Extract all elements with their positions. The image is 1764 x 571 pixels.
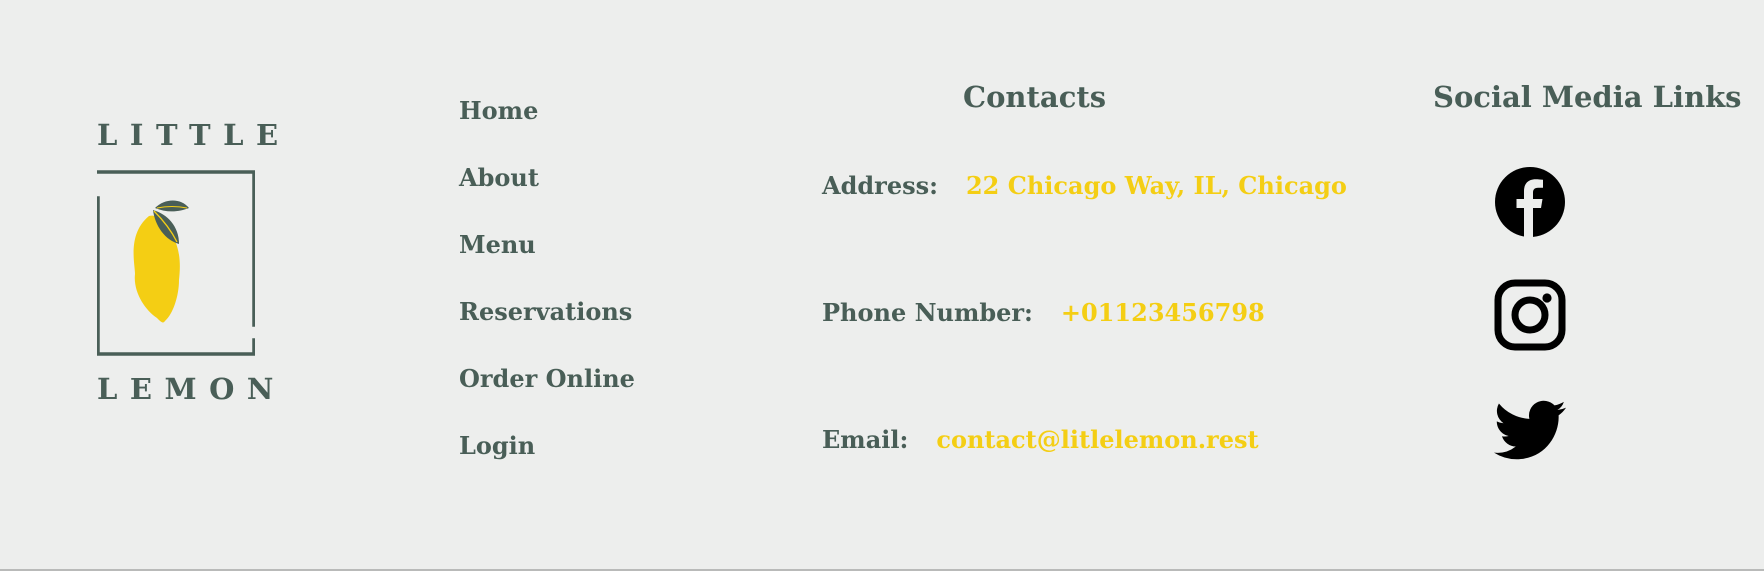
social-media-heading: Social Media Links — [1433, 80, 1742, 114]
nav-item-about: About — [459, 158, 635, 225]
footer-nav-list: Home About Menu Reservations Order Onlin… — [459, 91, 635, 493]
email-label: Email: — [822, 425, 909, 454]
site-footer: LITTLE LEMON Home About Menu Reservation… — [0, 0, 1764, 571]
nav-link-about[interactable]: About — [459, 158, 539, 198]
address-value: 22 Chicago Way, IL, Chicago — [965, 171, 1347, 200]
phone-label: Phone Number: — [822, 298, 1033, 327]
nav-link-login[interactable]: Login — [459, 426, 535, 466]
address-label: Address: — [822, 171, 938, 200]
contact-email: Email: contact@litlelemon.rest — [822, 420, 1259, 460]
nav-link-reservations[interactable]: Reservations — [459, 292, 632, 332]
twitter-icon[interactable] — [1494, 394, 1566, 466]
logo-bottom-text: LEMON — [97, 372, 286, 406]
nav-item-home: Home — [459, 91, 635, 158]
nav-item-login: Login — [459, 426, 635, 493]
contacts-heading: Contacts — [963, 80, 1107, 114]
little-lemon-logo[interactable]: LITTLE LEMON — [97, 118, 291, 408]
lemon-logo-icon — [97, 170, 255, 356]
nav-link-home[interactable]: Home — [459, 91, 538, 131]
nav-link-order-online[interactable]: Order Online — [459, 359, 635, 399]
instagram-icon[interactable] — [1494, 279, 1566, 351]
logo-top-text: LITTLE — [97, 118, 291, 152]
contact-address: Address: 22 Chicago Way, IL, Chicago — [822, 166, 1347, 206]
nav-item-menu: Menu — [459, 225, 635, 292]
facebook-icon[interactable] — [1494, 166, 1566, 238]
nav-item-order-online: Order Online — [459, 359, 635, 426]
phone-value: +01123456798 — [1060, 298, 1265, 327]
email-value[interactable]: contact@litlelemon.rest — [936, 425, 1258, 454]
contact-phone: Phone Number: +01123456798 — [822, 293, 1265, 333]
nav-link-menu[interactable]: Menu — [459, 225, 536, 265]
nav-item-reservations: Reservations — [459, 292, 635, 359]
